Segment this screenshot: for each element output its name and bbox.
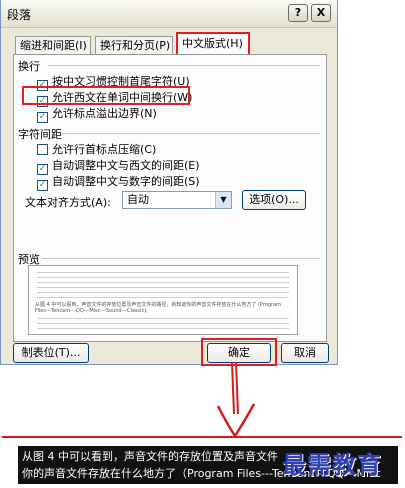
red-divider bbox=[2, 436, 402, 438]
tab-line-page-breaks[interactable]: 换行和分页(P) bbox=[95, 36, 173, 54]
close-button[interactable]: X bbox=[311, 4, 331, 22]
option-label: 自动调整中文与数字的间距(S) bbox=[52, 175, 200, 188]
watermark-logo: 最需教育 bbox=[282, 450, 382, 479]
down-arrow-icon bbox=[216, 361, 256, 439]
dialog-title: 段落 bbox=[7, 8, 32, 22]
options-button[interactable]: 选项(O)... bbox=[242, 190, 306, 210]
dropdown-arrow-icon[interactable]: ▼ bbox=[215, 192, 231, 208]
divider bbox=[42, 258, 320, 259]
divider bbox=[62, 133, 320, 134]
option-row[interactable]: 允许行首标点压缩(C) bbox=[37, 141, 157, 156]
title-bar: 段落 ? X bbox=[1, 0, 337, 28]
checkbox-checked-icon[interactable]: ✓ bbox=[37, 112, 48, 123]
checkbox-checked-icon[interactable]: ✓ bbox=[37, 180, 48, 191]
tab-stops-button[interactable]: 制表位(T)... bbox=[13, 343, 89, 363]
checkbox-unchecked-icon[interactable] bbox=[37, 144, 48, 155]
tab-asian-typography[interactable]: 中文版式(H) bbox=[176, 32, 250, 55]
option-row[interactable]: ✓ 自动调整中文与西文的间距(E) bbox=[37, 157, 200, 175]
tab-indent-spacing[interactable]: 缩进和间距(I) bbox=[15, 36, 91, 54]
option-label: 允许行首标点压缩(C) bbox=[52, 143, 157, 156]
alignment-select[interactable]: 自动 ▼ bbox=[122, 191, 232, 209]
alignment-label: 文本对齐方式(A): bbox=[25, 196, 111, 209]
divider bbox=[48, 65, 320, 66]
option-label: 自动调整中文与西文的间距(E) bbox=[52, 159, 200, 172]
char-spacing-group-label: 字符间距 bbox=[18, 128, 62, 141]
help-button[interactable]: ? bbox=[288, 4, 308, 22]
preview-box: 从图 4 中可以看到，声音文件的存放位置及声音文件的路径，就知道你的声音文件存放… bbox=[28, 265, 298, 335]
line-break-group-label: 换行 bbox=[18, 60, 40, 73]
option-row[interactable]: ✓ 自动调整中文与数字的间距(S) bbox=[37, 173, 200, 191]
option-row[interactable]: ✓ 允许标点溢出边界(N) bbox=[37, 105, 157, 123]
alignment-value: 自动 bbox=[127, 193, 149, 206]
preview-text: 从图 4 中可以看到，声音文件的存放位置及声音文件的路径，就知道你的声音文件存放… bbox=[35, 302, 282, 314]
option-label: 允许标点溢出边界(N) bbox=[52, 107, 157, 120]
highlight-box bbox=[22, 86, 190, 105]
paragraph-dialog: 段落 ? X 缩进和间距(I) 换行和分页(P) 中文版式(H) 换行 ✓ 按中文… bbox=[0, 0, 338, 366]
option-row[interactable]: ✓ 按中文习惯控制首尾字符(U) bbox=[37, 73, 190, 91]
